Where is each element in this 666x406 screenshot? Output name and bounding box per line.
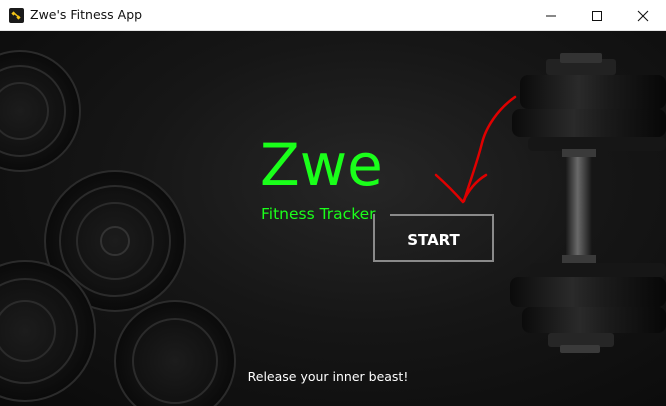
app-window: Zwe's Fitness App Zwe Fitness Tracker ST… bbox=[0, 0, 666, 406]
start-button[interactable]: START bbox=[373, 214, 494, 262]
maximize-button[interactable] bbox=[574, 0, 620, 31]
tagline: Release your inner beast! bbox=[247, 369, 409, 384]
minimize-icon bbox=[546, 15, 556, 17]
main-content: Zwe Fitness Tracker START Release your i… bbox=[0, 31, 666, 406]
minimize-button[interactable] bbox=[528, 0, 574, 31]
close-icon bbox=[637, 10, 649, 22]
close-button[interactable] bbox=[620, 0, 666, 31]
maximize-icon bbox=[592, 11, 602, 21]
title-bar[interactable]: Zwe's Fitness App bbox=[0, 0, 666, 31]
window-title: Zwe's Fitness App bbox=[30, 7, 143, 22]
app-subtitle: Fitness Tracker bbox=[261, 205, 376, 223]
app-title: Zwe bbox=[260, 131, 383, 199]
dumbbell-app-icon bbox=[9, 8, 24, 23]
